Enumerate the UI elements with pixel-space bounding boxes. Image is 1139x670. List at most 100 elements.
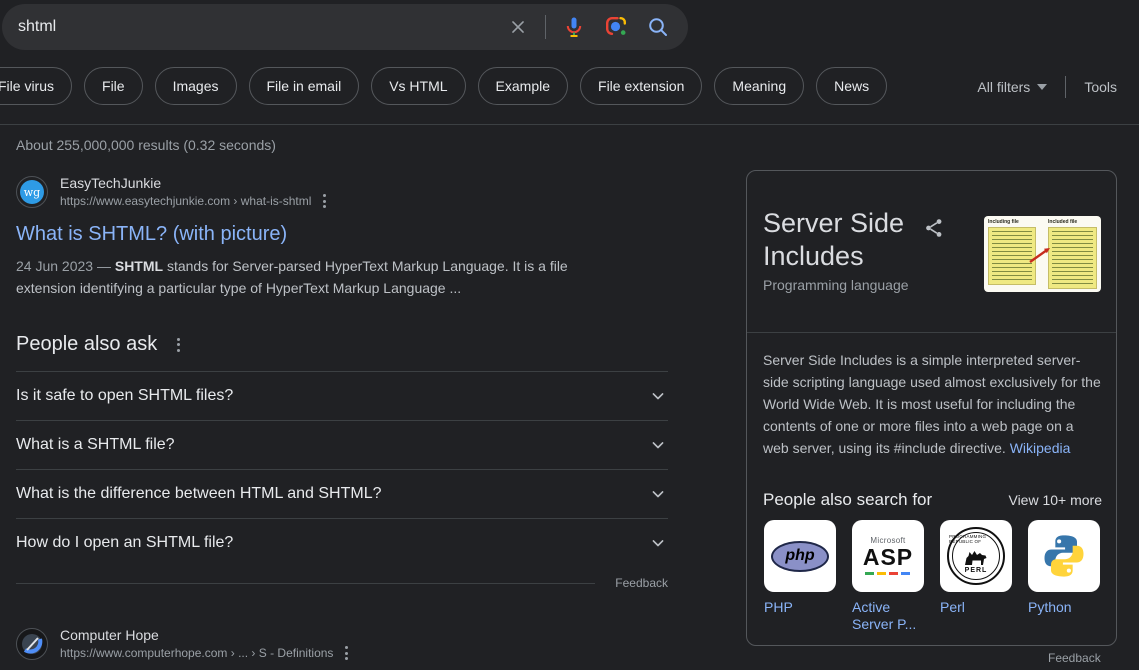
search-bar[interactable]: shtml — [2, 4, 688, 50]
header-divider — [0, 124, 1139, 125]
pasf-item-asp[interactable]: Microsoft ASP Active Server P... — [852, 520, 924, 633]
site-url: https://www.computerhope.com › ... › S -… — [60, 644, 350, 662]
chip-file-in-email[interactable]: File in email — [249, 67, 360, 105]
kp-view-more-link[interactable]: View 10+ more — [1008, 492, 1102, 508]
camel-graphic — [961, 544, 991, 566]
kp-feedback-link[interactable]: Feedback — [1048, 651, 1101, 665]
chip-file-virus[interactable]: File virus — [0, 67, 72, 105]
site-favicon: wg — [16, 176, 48, 208]
chip-label: File in email — [267, 78, 342, 94]
clear-search-button[interactable] — [507, 16, 529, 38]
kp-pasf-header: People also search for View 10+ more — [763, 490, 1102, 510]
asp-logo-icon: Microsoft ASP — [852, 520, 924, 592]
kp-pasf-title: People also search for — [763, 490, 932, 510]
pasf-item-perl[interactable]: PROGRAMMING REPUBLIC OF PERL Perl — [940, 520, 1012, 633]
chip-label: File — [102, 78, 125, 94]
voice-search-button[interactable] — [562, 15, 586, 39]
search-result-computerhope: Computer Hope https://www.computerhope.c… — [16, 626, 636, 662]
paa-question-4[interactable]: How do I open an SHTML file? — [16, 518, 668, 567]
chip-label: News — [834, 78, 869, 94]
pasf-label: PHP — [764, 599, 836, 616]
paa-menu-kebab-icon[interactable] — [175, 336, 182, 354]
all-filters-button[interactable]: All filters — [977, 79, 1047, 95]
chip-vs-html[interactable]: Vs HTML — [371, 67, 465, 105]
chip-news[interactable]: News — [816, 67, 887, 105]
all-filters-label: All filters — [977, 79, 1030, 95]
chip-images[interactable]: Images — [155, 67, 237, 105]
easytechjunkie-favicon-icon: wg — [20, 180, 44, 204]
chip-label: Meaning — [732, 78, 786, 94]
pasf-item-python[interactable]: Python — [1028, 520, 1100, 633]
tools-button[interactable]: Tools — [1084, 79, 1117, 95]
paa-question-text: What is a SHTML file? — [16, 436, 175, 454]
result-menu-kebab-icon[interactable] — [321, 192, 328, 210]
microphone-icon — [562, 15, 586, 39]
pasf-label: Python — [1028, 599, 1100, 616]
paa-footer: Feedback — [16, 575, 668, 591]
kp-pasf-tiles: php PHP Microsoft ASP Active Server P...… — [764, 520, 1100, 633]
chevron-down-icon — [1037, 84, 1047, 90]
paa-question-3[interactable]: What is the difference between HTML and … — [16, 469, 668, 518]
chip-file-extension[interactable]: File extension — [580, 67, 702, 105]
search-input[interactable]: shtml — [18, 18, 507, 36]
filters-area: All filters Tools — [977, 76, 1117, 98]
chevron-down-icon — [648, 484, 668, 504]
search-submit-button[interactable] — [646, 15, 670, 39]
filters-divider — [1065, 76, 1066, 98]
chevron-down-icon — [648, 533, 668, 553]
close-icon — [507, 16, 529, 38]
php-logo-icon: php — [764, 520, 836, 592]
knowledge-panel: Server Side Includes Including file Incl… — [746, 170, 1117, 646]
kp-subtitle: Programming language — [763, 277, 909, 293]
kp-image-arrow — [984, 216, 1101, 292]
site-favicon — [16, 628, 48, 660]
site-name: Computer Hope — [60, 626, 350, 644]
python-logo-icon — [1028, 520, 1100, 592]
paa-question-text: Is it safe to open SHTML files? — [16, 387, 233, 405]
chip-file[interactable]: File — [84, 67, 143, 105]
paa-question-2[interactable]: What is a SHTML file? — [16, 420, 668, 469]
snippet-keyword: SHTML — [115, 258, 163, 274]
paa-question-text: How do I open an SHTML file? — [16, 534, 233, 552]
kp-wikipedia-link[interactable]: Wikipedia — [1010, 440, 1071, 456]
kp-divider — [747, 332, 1116, 333]
chip-label: Example — [496, 78, 550, 94]
result-snippet: 24 Jun 2023 — SHTML stands for Server-pa… — [16, 255, 588, 299]
paa-question-text: What is the difference between HTML and … — [16, 485, 382, 503]
search-icon — [646, 15, 670, 39]
lens-camera-icon — [604, 15, 628, 39]
chip-label: Vs HTML — [389, 78, 447, 94]
paa-header: People also ask — [16, 333, 668, 356]
perl-logo-icon: PROGRAMMING REPUBLIC OF PERL — [940, 520, 1012, 592]
search-result-easytechjunkie: wg EasyTechJunkie https://www.easytechju… — [16, 174, 636, 299]
pasf-label: Perl — [940, 599, 1012, 616]
chip-label: File extension — [598, 78, 684, 94]
pasf-label: Active Server P... — [852, 599, 924, 633]
result-menu-kebab-icon[interactable] — [343, 644, 350, 662]
paa-question-1[interactable]: Is it safe to open SHTML files? — [16, 371, 668, 420]
url-text: https://www.computerhope.com › ... › S -… — [60, 645, 333, 662]
result-header[interactable]: Computer Hope https://www.computerhope.c… — [16, 626, 636, 662]
kp-thumbnail-image[interactable]: Including file Included file — [984, 216, 1101, 292]
chip-label: File virus — [0, 78, 54, 94]
search-bar-divider — [545, 15, 546, 39]
result-header[interactable]: wg EasyTechJunkie https://www.easytechju… — [16, 174, 636, 210]
paa-title: People also ask — [16, 333, 157, 356]
paa-feedback-link[interactable]: Feedback — [615, 576, 668, 590]
kp-share-button[interactable] — [923, 217, 945, 244]
computerhope-favicon-icon — [19, 631, 45, 657]
results-stats: About 255,000,000 results (0.32 seconds) — [16, 137, 276, 153]
search-bar-icons — [507, 15, 670, 39]
pasf-item-php[interactable]: php PHP — [764, 520, 836, 633]
snippet-date: 24 Jun 2023 — — [16, 258, 115, 274]
share-icon — [923, 217, 945, 239]
site-name: EasyTechJunkie — [60, 174, 328, 192]
chip-example[interactable]: Example — [478, 67, 568, 105]
chip-meaning[interactable]: Meaning — [714, 67, 804, 105]
google-lens-button[interactable] — [604, 15, 628, 39]
paa-list: Is it safe to open SHTML files? What is … — [16, 371, 668, 567]
site-url: https://www.easytechjunkie.com › what-is… — [60, 192, 328, 210]
search-refinement-chips: File virus File Images File in email Vs … — [0, 67, 887, 105]
url-text: https://www.easytechjunkie.com › what-is… — [60, 193, 311, 210]
result-title-link[interactable]: What is SHTML? (with picture) — [16, 223, 287, 246]
